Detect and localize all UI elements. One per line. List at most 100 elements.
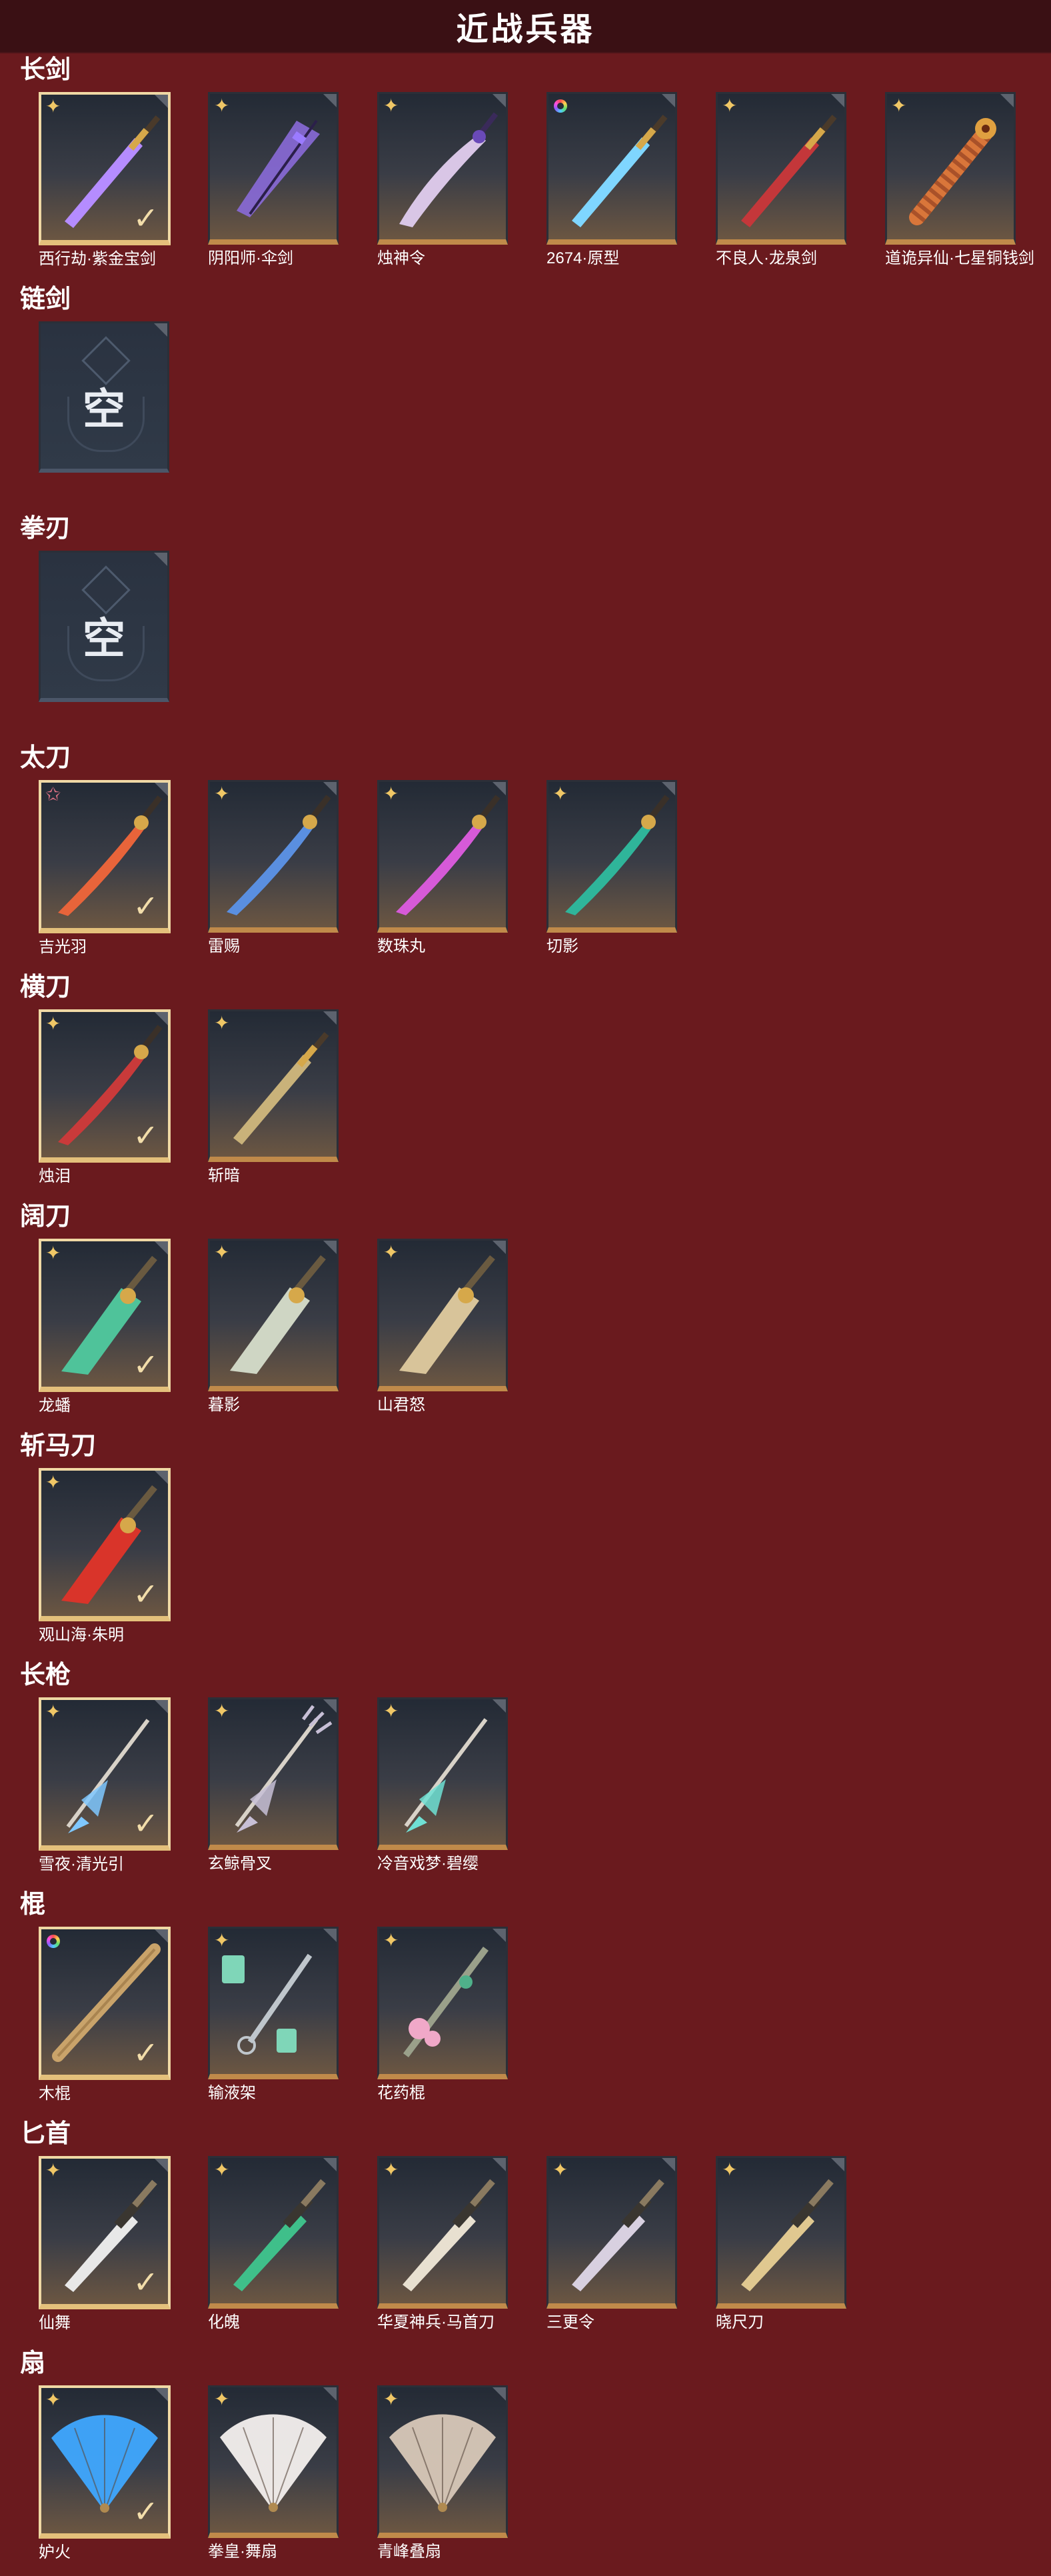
weapon-grid: ✩ ✓ 吉光羽 ✦ 雷赐 ✦ 数珠丸 ✦ 切影 xyxy=(39,780,716,957)
equipped-check-icon: ✓ xyxy=(133,2265,159,2299)
weapon-item[interactable]: ✦ 暮影 xyxy=(208,1239,339,1416)
weapon-item[interactable]: ✦ 斩暗 xyxy=(208,1009,339,1187)
weapon-name: 道诡异仙·七星铜钱剑 xyxy=(885,249,1034,267)
weapon-card[interactable]: ✦ xyxy=(377,1239,508,1391)
weapon-item[interactable]: ✓ 木棍 xyxy=(39,1927,171,2104)
weapon-item[interactable]: ✦ 化魄 xyxy=(208,2156,339,2333)
equipped-check-icon: ✓ xyxy=(133,2494,159,2529)
weapon-card[interactable]: ✦ xyxy=(546,780,677,933)
weapon-card[interactable]: ✦ ✓ xyxy=(39,2385,171,2539)
equipped-check-icon: ✓ xyxy=(133,889,159,923)
gold-star-icon: ✦ xyxy=(383,1930,399,1951)
weapon-item[interactable]: ✦ 输液架 xyxy=(208,1927,339,2104)
weapon-card[interactable]: ✦ xyxy=(546,2156,677,2309)
category-section: 长剑 ✦ ✓ 西行劫·紫金宝剑 ✦ 阴阳师·伞剑 ✦ 烛神令 2674·原型 ✦ 不良人·… xyxy=(0,53,1051,283)
weapon-item[interactable]: ✦ 烛神令 xyxy=(377,92,508,269)
weapon-item[interactable]: ✦ 晓尺刀 xyxy=(716,2156,846,2333)
weapon-name: 2674·原型 xyxy=(546,249,620,267)
weapon-card[interactable]: ✦ xyxy=(208,1697,339,1850)
weapon-item[interactable]: ✦ ✓ 雪夜·清光引 xyxy=(39,1697,171,1875)
weapon-card[interactable]: ✦ xyxy=(208,1927,339,2079)
weapon-card[interactable]: ✦ ✓ xyxy=(39,1009,171,1163)
category-title: 棍 xyxy=(20,1891,46,1919)
weapon-card[interactable]: ✦ xyxy=(716,2156,846,2309)
category-section: 阔刀 ✦ ✓ 龙蟠 ✦ 暮影 ✦ 山君怒 xyxy=(0,1200,1051,1429)
category-title: 长剑 xyxy=(20,56,71,84)
weapon-name: 数珠丸 xyxy=(377,937,425,955)
weapon-card[interactable]: ✦ xyxy=(885,92,1016,245)
weapon-item[interactable]: ✦ ✓ 西行劫·紫金宝剑 xyxy=(39,92,171,269)
weapon-card[interactable]: ✦ xyxy=(208,2385,339,2538)
pink-star-icon: ✩ xyxy=(45,784,61,805)
weapon-card[interactable]: ✦ xyxy=(377,1927,508,2079)
weapon-item[interactable]: ✩ ✓ 吉光羽 xyxy=(39,780,171,957)
weapon-item[interactable]: ✦ 道诡异仙·七星铜钱剑 xyxy=(885,92,1034,269)
weapon-item[interactable]: ✦ 华夏神兵·马首刀 xyxy=(377,2156,508,2333)
weapon-card[interactable]: ✓ xyxy=(39,1927,171,2080)
weapon-card[interactable]: ✦ ✓ xyxy=(39,1239,171,1392)
weapon-card[interactable]: ✦ xyxy=(716,92,846,245)
category-section: 链剑空 xyxy=(0,283,1051,512)
category-title: 拳刃 xyxy=(20,515,71,543)
weapon-card[interactable]: 空 xyxy=(39,321,169,473)
weapon-item[interactable]: ✦ ✓ 仙舞 xyxy=(39,2156,171,2333)
weapon-item[interactable]: ✦ 阴阳师·伞剑 xyxy=(208,92,339,269)
weapon-item[interactable]: ✦ 雷赐 xyxy=(208,780,339,957)
weapon-card[interactable]: ✩ ✓ xyxy=(39,780,171,933)
gold-star-icon: ✦ xyxy=(383,2389,399,2409)
weapon-card[interactable]: ✦ xyxy=(208,1009,339,1162)
category-title: 斩马刀 xyxy=(20,1432,97,1460)
weapon-card[interactable]: ✦ xyxy=(208,2156,339,2309)
corner-tab-icon xyxy=(154,323,167,337)
gold-star-icon: ✦ xyxy=(722,2159,738,2180)
weapon-grid: 空 xyxy=(39,321,208,477)
weapon-card[interactable]: ✦ ✓ xyxy=(39,2156,171,2309)
weapon-card[interactable]: ✦ ✓ xyxy=(39,92,171,245)
category-section: 匕首 ✦ ✓ 仙舞 ✦ 化魄 ✦ 华夏神兵·马首刀 ✦ 三更令 ✦ 晓尺刀 xyxy=(0,2117,1051,2347)
weapon-item[interactable]: ✦ 花药棍 xyxy=(377,1927,508,2104)
gold-star-icon: ✦ xyxy=(722,95,738,116)
weapon-card[interactable]: ✦ xyxy=(377,2385,508,2538)
weapon-item[interactable]: 2674·原型 xyxy=(546,92,677,269)
weapon-name: 暮影 xyxy=(208,1396,240,1414)
weapon-item[interactable]: ✦ 山君怒 xyxy=(377,1239,508,1416)
weapon-card[interactable]: ✦ xyxy=(377,780,508,933)
weapon-item[interactable]: ✦ 冷音戏梦·碧缨 xyxy=(377,1697,508,1875)
weapon-item[interactable]: ✦ ✓ 观山海·朱明 xyxy=(39,1468,171,1645)
weapon-card[interactable]: 空 xyxy=(39,551,169,702)
weapon-grid: 空 xyxy=(39,551,208,706)
weapon-card[interactable]: ✦ xyxy=(377,2156,508,2309)
weapon-card[interactable]: ✦ xyxy=(377,1697,508,1850)
empty-weapon-slot[interactable]: 空 xyxy=(39,551,169,706)
empty-weapon-slot[interactable]: 空 xyxy=(39,321,169,477)
weapon-item[interactable]: ✦ 拳皇·舞扇 xyxy=(208,2385,339,2563)
weapon-card[interactable]: ✦ ✓ xyxy=(39,1697,171,1851)
weapon-name: 木棍 xyxy=(39,2085,71,2103)
weapon-item[interactable]: ✦ ✓ 龙蟠 xyxy=(39,1239,171,1416)
weapon-item[interactable]: ✦ 玄鲸骨叉 xyxy=(208,1697,339,1875)
rainbow-ring-icon xyxy=(47,1935,60,1948)
weapon-card[interactable] xyxy=(546,92,677,245)
weapon-name: 烛泪 xyxy=(39,1167,71,1185)
gold-star-icon: ✦ xyxy=(383,1242,399,1263)
weapon-item[interactable]: ✦ 数珠丸 xyxy=(377,780,508,957)
weapon-item[interactable]: ✦ 青峰叠扇 xyxy=(377,2385,508,2563)
weapon-card[interactable]: ✦ xyxy=(208,92,339,245)
weapon-item[interactable]: ✦ ✓ 烛泪 xyxy=(39,1009,171,1187)
weapon-name: 拳皇·舞扇 xyxy=(208,2543,277,2561)
gold-star-icon: ✦ xyxy=(214,2389,230,2409)
weapon-name: 观山海·朱明 xyxy=(39,1626,124,1644)
category-section: 斩马刀 ✦ ✓ 观山海·朱明 xyxy=(0,1429,1051,1659)
weapon-name: 山君怒 xyxy=(377,1396,425,1414)
weapon-card[interactable]: ✦ xyxy=(377,92,508,245)
weapon-item[interactable]: ✦ 三更令 xyxy=(546,2156,677,2333)
weapon-grid: ✦ ✓ 西行劫·紫金宝剑 ✦ 阴阳师·伞剑 ✦ 烛神令 2674·原型 ✦ 不良人·龙泉剑 xyxy=(39,92,1051,269)
category-title: 扇 xyxy=(20,2349,46,2377)
weapon-card[interactable]: ✦ xyxy=(208,780,339,933)
weapon-grid: ✦ ✓ 妒火 ✦ 拳皇·舞扇 ✦ 青峰叠扇 xyxy=(39,2385,546,2563)
weapon-card[interactable]: ✦ ✓ xyxy=(39,1468,171,1621)
weapon-card[interactable]: ✦ xyxy=(208,1239,339,1391)
weapon-item[interactable]: ✦ ✓ 妒火 xyxy=(39,2385,171,2563)
weapon-item[interactable]: ✦ 不良人·龙泉剑 xyxy=(716,92,846,269)
weapon-item[interactable]: ✦ 切影 xyxy=(546,780,677,957)
